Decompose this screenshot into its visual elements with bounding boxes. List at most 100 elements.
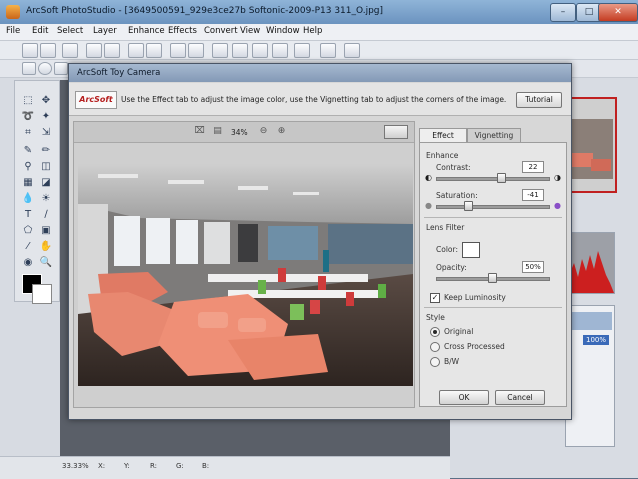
status-b: B: xyxy=(202,462,210,470)
contrast-label: Contrast: xyxy=(436,163,471,172)
tool-palette: ⬚ ✥ ➰ ✦ ⌗ ⇲ ✎ ✏ ⚲ ◫ ▦ ◪ 💧 ☀ T ∕ ⬠ ▣ ⁄ ✋ … xyxy=(14,80,60,302)
lens-color-swatch[interactable] xyxy=(462,242,480,258)
cancel-button[interactable]: Cancel xyxy=(495,390,545,405)
lasso-icon[interactable] xyxy=(54,62,68,75)
minimize-button[interactable]: – xyxy=(550,3,576,22)
menu-select[interactable]: Select xyxy=(57,26,83,36)
toy-camera-dialog: ArcSoft Toy Camera ArcSoft Use the Effec… xyxy=(68,63,572,420)
marquee-tool-icon[interactable]: ⬚ xyxy=(21,95,35,107)
open-icon[interactable] xyxy=(40,43,56,58)
menu-enhance[interactable]: Enhance xyxy=(128,26,165,36)
preview-photo xyxy=(78,164,413,386)
album-icon[interactable] xyxy=(272,43,288,58)
gallery-icon[interactable] xyxy=(294,43,310,58)
save-icon[interactable] xyxy=(62,43,78,58)
menu-convert[interactable]: Convert xyxy=(204,26,238,36)
navigator-panel[interactable] xyxy=(565,97,617,193)
pencil-tool-icon[interactable]: ✏ xyxy=(39,145,53,157)
menu-layer[interactable]: Layer xyxy=(93,26,117,36)
lens-color-label: Color: xyxy=(436,245,458,254)
paste-icon[interactable] xyxy=(188,43,204,58)
lasso-tool-icon[interactable]: ➰ xyxy=(21,111,35,123)
eraser-tool-icon[interactable]: ◫ xyxy=(39,161,53,173)
zoom-in-icon[interactable]: ⊕ xyxy=(276,126,287,136)
menu-edit[interactable]: Edit xyxy=(32,26,48,36)
contrast-slider-handle[interactable] xyxy=(497,173,506,183)
contrast-slider-track[interactable] xyxy=(436,177,550,181)
eyedropper-tool-icon[interactable]: ⁄ xyxy=(21,241,35,253)
stamp-tool-icon[interactable]: ⚲ xyxy=(21,161,35,173)
gradient-tool-icon[interactable]: ▦ xyxy=(21,177,35,189)
window-title: ArcSoft PhotoStudio - [3649500591_929e3c… xyxy=(26,6,384,16)
menu-effects[interactable]: Effects xyxy=(168,26,197,36)
arcsoft-logo: ArcSoft xyxy=(75,91,117,109)
compare-view-button[interactable] xyxy=(384,125,408,139)
saturation-value-input[interactable]: -41 xyxy=(522,189,544,201)
hand-tool-icon[interactable]: ✋ xyxy=(39,241,53,253)
text-tool-icon[interactable]: T xyxy=(21,209,35,221)
image-tool-icon[interactable]: ▣ xyxy=(39,225,53,237)
copy-icon[interactable] xyxy=(170,43,186,58)
photo-icon[interactable] xyxy=(232,43,248,58)
ok-button[interactable]: OK xyxy=(439,390,489,405)
contrast-low-icon: ◐ xyxy=(425,173,432,182)
saturation-slider-track[interactable] xyxy=(436,205,550,209)
contrast-value-input[interactable]: 22 xyxy=(522,161,544,173)
zoom-tool-icon[interactable]: 🔍 xyxy=(39,257,53,269)
ellipse-select-icon[interactable] xyxy=(38,62,52,75)
menu-file[interactable]: File xyxy=(6,26,20,36)
redeye-tool-icon[interactable]: ◉ xyxy=(21,257,35,269)
browse-icon[interactable] xyxy=(212,43,228,58)
lens-opacity-slider-handle[interactable] xyxy=(488,273,497,283)
fill-tool-icon[interactable]: ◪ xyxy=(39,177,53,189)
zoom-out-icon[interactable]: ⊖ xyxy=(258,126,269,136)
blur-tool-icon[interactable]: 💧 xyxy=(21,193,35,205)
tab-effect[interactable]: Effect xyxy=(419,128,467,143)
web-icon[interactable] xyxy=(344,43,360,58)
style-bw-label: B/W xyxy=(444,357,460,366)
tutorial-button[interactable]: Tutorial xyxy=(516,92,562,108)
frame-icon[interactable] xyxy=(252,43,268,58)
status-zoom: 33.33% xyxy=(62,462,89,470)
new-icon[interactable] xyxy=(22,43,38,58)
dialog-instructions: Use the Effect tab to adjust the image c… xyxy=(121,95,507,104)
scan-icon[interactable] xyxy=(128,43,144,58)
effect-panel: Enhance Contrast: 22 ◐ ◑ Saturation: -41… xyxy=(419,142,567,407)
undo-icon[interactable] xyxy=(86,43,102,58)
preview-toolbar: ⌧ ▤ 34% ⊖ ⊕ xyxy=(74,122,414,143)
crop-tool-icon[interactable]: ⌗ xyxy=(21,127,35,139)
keep-luminosity-checkbox[interactable]: ✓ xyxy=(430,293,440,303)
close-button[interactable]: ✕ xyxy=(598,3,638,22)
tab-vignetting[interactable]: Vignetting xyxy=(467,128,521,143)
menu-window[interactable]: Window xyxy=(266,26,300,36)
wand-tool-icon[interactable]: ✦ xyxy=(39,111,53,123)
move-tool-icon[interactable]: ✥ xyxy=(39,95,53,107)
saturation-slider-handle[interactable] xyxy=(464,201,473,211)
print-icon[interactable] xyxy=(146,43,162,58)
style-bw-radio[interactable] xyxy=(430,357,440,367)
actual-size-icon[interactable]: ▤ xyxy=(212,126,223,136)
menu-help[interactable]: Help xyxy=(303,26,322,36)
line-tool-icon[interactable]: ∕ xyxy=(39,209,53,221)
title-bar: ArcSoft PhotoStudio - [3649500591_929e3c… xyxy=(0,0,638,24)
layout-icon[interactable] xyxy=(320,43,336,58)
lens-opacity-input[interactable]: 50% xyxy=(522,261,544,273)
shape-tool-icon[interactable]: ⬠ xyxy=(21,225,35,237)
background-color-swatch[interactable] xyxy=(32,284,52,304)
style-cross-processed-radio[interactable] xyxy=(430,342,440,352)
transform-tool-icon[interactable]: ⇲ xyxy=(39,127,53,139)
lens-opacity-label: Opacity: xyxy=(436,263,467,272)
rect-select-icon[interactable] xyxy=(22,62,36,75)
enhance-section-label: Enhance xyxy=(426,151,459,160)
menu-view[interactable]: View xyxy=(240,26,260,36)
dialog-title-bar: ArcSoft Toy Camera xyxy=(69,64,571,82)
style-original-radio[interactable] xyxy=(430,327,440,337)
redo-icon[interactable] xyxy=(104,43,120,58)
menu-bar: File Edit Select Layer Enhance Effects C… xyxy=(0,24,638,41)
dodge-tool-icon[interactable]: ☀ xyxy=(39,193,53,205)
saturation-high-icon: ● xyxy=(554,201,561,210)
fit-view-icon[interactable]: ⌧ xyxy=(194,126,205,136)
preview-area: ⌧ ▤ 34% ⊖ ⊕ xyxy=(73,121,415,408)
brush-tool-icon[interactable]: ✎ xyxy=(21,145,35,157)
contrast-high-icon: ◑ xyxy=(554,173,561,182)
